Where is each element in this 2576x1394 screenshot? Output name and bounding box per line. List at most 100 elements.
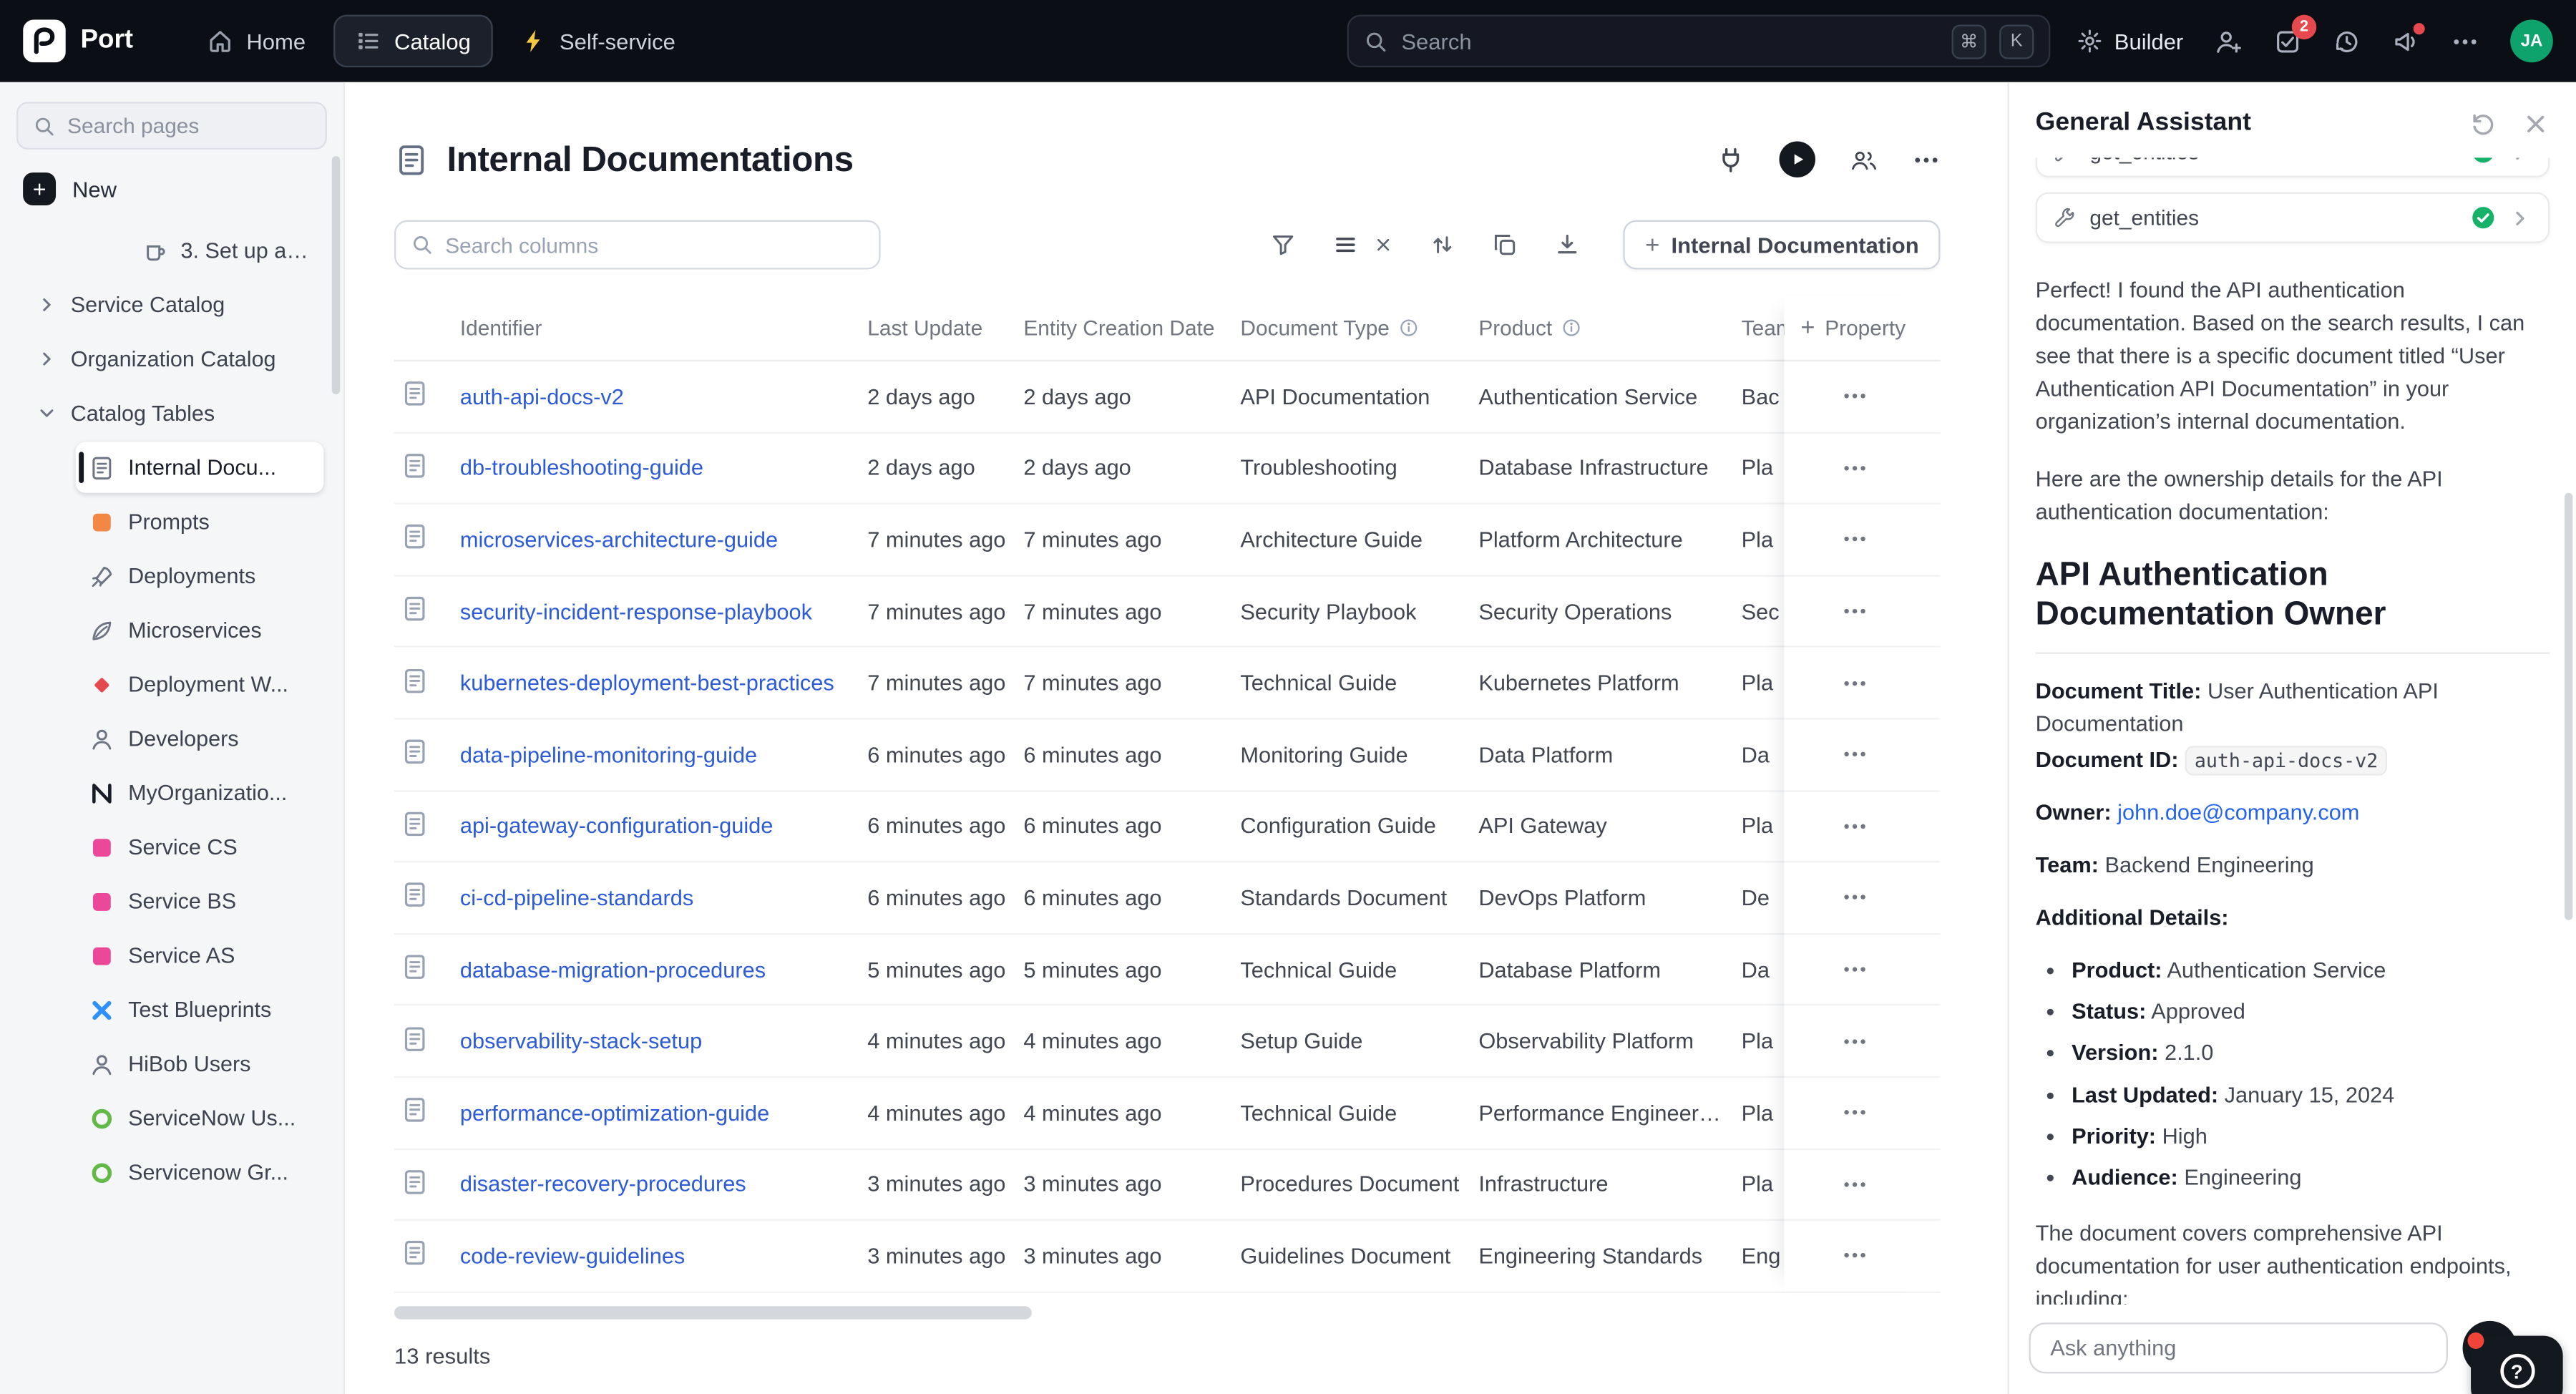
nav-item-catalog[interactable]: Catalog bbox=[333, 15, 492, 67]
more-menu-icon[interactable] bbox=[2451, 27, 2479, 55]
add-property-button[interactable]: + Property bbox=[1784, 296, 1940, 361]
row-menu-button[interactable] bbox=[1833, 665, 1876, 701]
column-header-last-update[interactable]: Last Update bbox=[867, 316, 1023, 340]
column-header-product[interactable]: Product bbox=[1478, 316, 1741, 340]
table-row[interactable]: auth-api-docs-v22 days ago2 days agoAPI … bbox=[394, 361, 1940, 433]
list-view-icon[interactable] bbox=[1333, 232, 1360, 258]
global-search-input[interactable] bbox=[1401, 29, 1938, 53]
sidebar-item-prompts[interactable]: Prompts bbox=[76, 496, 324, 547]
identifier-link[interactable]: db-troubleshooting-guide bbox=[460, 456, 867, 480]
identifier-link[interactable]: auth-api-docs-v2 bbox=[460, 384, 867, 409]
sort-icon[interactable] bbox=[1430, 232, 1457, 258]
identifier-link[interactable]: observability-stack-setup bbox=[460, 1029, 867, 1053]
sidebar-item-microservices[interactable]: Microservices bbox=[76, 605, 324, 655]
info-icon[interactable] bbox=[1397, 317, 1419, 338]
row-menu-button[interactable] bbox=[1833, 1095, 1876, 1131]
filter-icon[interactable] bbox=[1271, 232, 1297, 258]
table-row[interactable]: data-pipeline-monitoring-guide6 minutes … bbox=[394, 720, 1940, 791]
row-menu-button[interactable] bbox=[1833, 808, 1876, 844]
sidebar-item-service-bs[interactable]: Service BS bbox=[76, 876, 324, 927]
assistant-input[interactable] bbox=[2029, 1322, 2447, 1373]
row-menu-button[interactable] bbox=[1833, 379, 1876, 415]
table-row[interactable]: ci-cd-pipeline-standards6 minutes ago6 m… bbox=[394, 863, 1940, 935]
row-menu-button[interactable] bbox=[1833, 593, 1876, 630]
table-row[interactable]: disaster-recovery-procedures3 minutes ag… bbox=[394, 1149, 1940, 1221]
horizontal-scrollbar[interactable] bbox=[394, 1306, 1032, 1319]
global-search[interactable]: ⌘ K bbox=[1347, 15, 2051, 67]
table-row[interactable]: kubernetes-deployment-best-practices7 mi… bbox=[394, 648, 1940, 719]
copy-icon[interactable] bbox=[1493, 232, 1519, 258]
table-row[interactable]: performance-optimization-guide4 minutes … bbox=[394, 1078, 1940, 1149]
identifier-link[interactable]: security-incident-response-playbook bbox=[460, 599, 867, 623]
identifier-link[interactable]: disaster-recovery-procedures bbox=[460, 1172, 867, 1196]
identifier-link[interactable]: api-gateway-configuration-guide bbox=[460, 814, 867, 838]
column-header-creation-date[interactable]: Entity Creation Date bbox=[1023, 316, 1240, 340]
row-menu-button[interactable] bbox=[1833, 879, 1876, 916]
row-menu-button[interactable] bbox=[1833, 1166, 1876, 1203]
identifier-link[interactable]: microservices-architecture-guide bbox=[460, 527, 867, 552]
row-menu-button[interactable] bbox=[1833, 522, 1876, 558]
row-menu-button[interactable] bbox=[1833, 450, 1876, 487]
history-icon[interactable] bbox=[2333, 27, 2361, 55]
tool-call-chip[interactable]: get_entities bbox=[2036, 157, 2550, 177]
sidebar-item-internal-docu[interactable]: Internal Docu... bbox=[76, 442, 324, 493]
data-source-icon[interactable] bbox=[1717, 145, 1745, 173]
tool-call-chip[interactable]: get_entities bbox=[2036, 192, 2550, 243]
sidebar-item-developers[interactable]: Developers bbox=[76, 713, 324, 764]
table-row[interactable]: security-incident-response-playbook7 min… bbox=[394, 576, 1940, 648]
add-entity-button[interactable]: + Internal Documentation bbox=[1624, 220, 1940, 270]
table-row[interactable]: microservices-architecture-guide7 minute… bbox=[394, 505, 1940, 576]
sidebar-item-test-blueprints[interactable]: Test Blueprints bbox=[76, 984, 324, 1035]
download-icon[interactable] bbox=[1555, 232, 1581, 258]
table-row[interactable]: api-gateway-configuration-guide6 minutes… bbox=[394, 791, 1940, 863]
reset-conversation-icon[interactable] bbox=[2469, 109, 2497, 137]
column-header-document-type[interactable]: Document Type bbox=[1240, 316, 1478, 340]
sidebar-item-servicenow-gr[interactable]: Servicenow Gr... bbox=[76, 1147, 324, 1198]
nav-item-self-service[interactable]: Self-service bbox=[499, 15, 697, 67]
new-page-button[interactable]: + New bbox=[23, 172, 323, 205]
help-widget[interactable]: ? bbox=[2471, 1335, 2563, 1394]
table-row[interactable]: database-migration-procedures5 minutes a… bbox=[394, 935, 1940, 1006]
user-avatar[interactable]: JA bbox=[2510, 20, 2553, 63]
sidebar-item-myorganizatio[interactable]: MyOrganizatio... bbox=[76, 767, 324, 818]
row-menu-button[interactable] bbox=[1833, 1023, 1876, 1060]
row-menu-button[interactable] bbox=[1833, 736, 1876, 773]
owners-icon[interactable] bbox=[1850, 145, 1878, 173]
table-row[interactable]: code-review-guidelines3 minutes ago3 min… bbox=[394, 1221, 1940, 1292]
sidebar-item-service-cs[interactable]: Service CS bbox=[76, 822, 324, 872]
close-panel-icon[interactable] bbox=[2522, 109, 2550, 137]
sidebar-item-hibob-users[interactable]: HiBob Users bbox=[76, 1038, 324, 1089]
announcements-icon[interactable] bbox=[2392, 27, 2420, 55]
identifier-link[interactable]: performance-optimization-guide bbox=[460, 1101, 867, 1125]
page-more-menu-icon[interactable] bbox=[1912, 145, 1940, 173]
sidebar-item-organization-catalog[interactable]: Organization Catalog bbox=[23, 333, 323, 384]
identifier-link[interactable]: ci-cd-pipeline-standards bbox=[460, 885, 867, 910]
sidebar-item-deployment-w[interactable]: Deployment W... bbox=[76, 659, 324, 710]
nav-item-home[interactable]: Home bbox=[185, 15, 326, 67]
sidebar-item-3-set-up-auto[interactable]: 3. Set up auto... bbox=[128, 225, 323, 276]
brand[interactable]: Port bbox=[23, 20, 133, 63]
assistant-scrollbar[interactable] bbox=[2565, 493, 2572, 920]
owner-email-link[interactable]: john.doe@company.com bbox=[2117, 800, 2359, 824]
search-columns[interactable] bbox=[394, 220, 881, 270]
sidebar-item-servicenow-us[interactable]: ServiceNow Us... bbox=[76, 1093, 324, 1144]
demo-video-button[interactable] bbox=[1779, 141, 1815, 177]
clear-group-icon[interactable] bbox=[1374, 235, 1394, 255]
builder-button[interactable]: Builder bbox=[2077, 28, 2183, 54]
tasks-icon[interactable]: 2 bbox=[2274, 27, 2302, 55]
sidebar-scrollbar[interactable] bbox=[332, 156, 340, 394]
identifier-link[interactable]: code-review-guidelines bbox=[460, 1244, 867, 1268]
identifier-link[interactable]: data-pipeline-monitoring-guide bbox=[460, 742, 867, 766]
identifier-link[interactable]: database-migration-procedures bbox=[460, 957, 867, 981]
search-columns-input[interactable] bbox=[445, 233, 864, 257]
table-row[interactable]: observability-stack-setup4 minutes ago4 … bbox=[394, 1006, 1940, 1078]
info-icon[interactable] bbox=[1561, 317, 1582, 338]
column-header-identifier[interactable]: Identifier bbox=[460, 316, 867, 340]
row-menu-button[interactable] bbox=[1833, 1238, 1876, 1274]
sidebar-item-service-as[interactable]: Service AS bbox=[76, 930, 324, 980]
identifier-link[interactable]: kubernetes-deployment-best-practices bbox=[460, 671, 867, 695]
column-header-team[interactable]: Team bbox=[1742, 316, 1785, 340]
table-row[interactable]: db-troubleshooting-guide2 days ago2 days… bbox=[394, 433, 1940, 505]
sidebar-item-service-catalog[interactable]: Service Catalog bbox=[23, 279, 323, 330]
invite-users-icon[interactable] bbox=[2215, 27, 2243, 55]
